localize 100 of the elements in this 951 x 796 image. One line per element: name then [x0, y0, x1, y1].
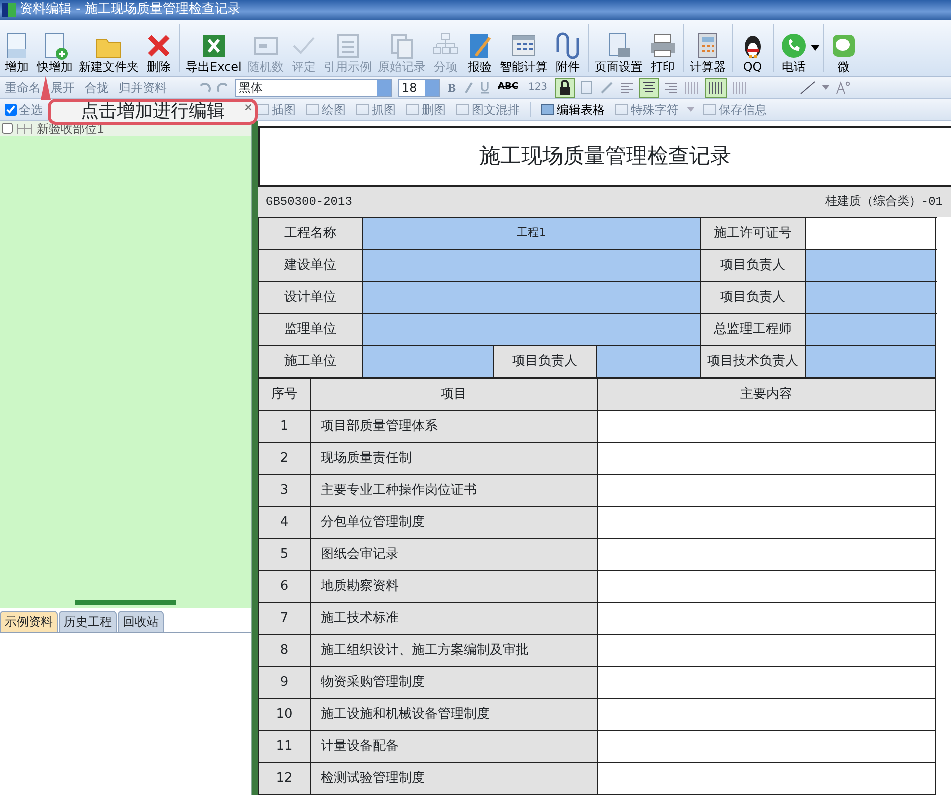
panel-tab[interactable]: 回收站 — [118, 611, 164, 632]
toolbar-button[interactable]: 电话 — [776, 32, 811, 76]
field-value[interactable] — [362, 250, 700, 282]
tree-checkbox[interactable] — [2, 123, 13, 134]
printer-icon — [648, 32, 677, 60]
splitter-handle[interactable] — [75, 600, 176, 605]
content-cell[interactable] — [598, 730, 936, 762]
toolbar-button[interactable]: 快增加 — [34, 32, 76, 76]
row-number: 3 — [258, 474, 310, 506]
app-icon — [2, 3, 16, 17]
align-right-icon[interactable] — [664, 80, 678, 94]
row-number: 8 — [258, 634, 310, 666]
row-number: 5 — [258, 538, 310, 570]
field-value[interactable] — [806, 314, 936, 346]
field-value[interactable] — [362, 282, 700, 314]
content-cell[interactable] — [598, 602, 936, 634]
document-title: 施工现场质量管理检查记录 — [480, 142, 732, 170]
toolbar-button[interactable]: 导出Excel — [183, 32, 245, 76]
toolbar-button[interactable]: 打印 — [646, 32, 680, 76]
font-select[interactable]: 黑体 — [235, 78, 392, 96]
field-label: 总监理工程师 — [700, 314, 806, 346]
row-number: 2 — [258, 442, 310, 474]
font-size-select[interactable]: 18 — [398, 78, 440, 96]
row-number: 6 — [258, 570, 310, 602]
row-number: 1 — [258, 410, 310, 442]
field-value[interactable] — [596, 346, 700, 378]
toolbar-button[interactable]: 智能计算 — [496, 32, 551, 76]
strikethrough-button[interactable]: ABC — [496, 80, 520, 94]
panel-tab[interactable]: 示例资料 — [0, 611, 58, 632]
item-cell: 现场质量责任制 — [310, 442, 598, 474]
grid-icon — [17, 122, 33, 134]
field-value[interactable] — [806, 250, 936, 282]
item-cell: 物资采购管理制度 — [310, 666, 598, 698]
toolbar-button[interactable]: 删除 — [142, 32, 176, 76]
distribute-center-icon[interactable] — [706, 78, 726, 96]
row-number: 4 — [258, 506, 310, 538]
field-value[interactable] — [806, 346, 936, 378]
toolbar-button[interactable]: 计算器 — [686, 32, 729, 76]
field-value[interactable] — [362, 314, 700, 346]
picture-frame-icon — [306, 102, 320, 116]
field-value[interactable] — [806, 218, 936, 250]
toolbar-button[interactable]: 报验 — [462, 32, 497, 76]
item-cell: 项目部质量管理体系 — [310, 410, 598, 442]
content-cell[interactable] — [598, 538, 936, 570]
item-cell: 检测试验管理制度 — [310, 762, 598, 794]
item-cell: 分包单位管理制度 — [310, 506, 598, 538]
panel-tab[interactable]: 历史工程 — [59, 611, 117, 632]
standard-code: GB50300-2013 — [266, 194, 352, 211]
align-center-icon[interactable] — [640, 78, 658, 96]
dropdown-arrow-icon[interactable] — [810, 45, 820, 51]
field-label: 工程名称 — [258, 218, 362, 250]
column-header: 主要内容 — [598, 378, 936, 410]
field-label: 项目技术负责人 — [700, 346, 806, 378]
content-cell[interactable] — [598, 666, 936, 698]
picture-frame-icon — [456, 102, 470, 116]
content-cell[interactable] — [598, 634, 936, 666]
item-cell: 施工技术标准 — [310, 602, 598, 634]
picture-frame-icon — [356, 102, 370, 116]
field-label: 施工单位 — [258, 346, 362, 378]
row-number: 10 — [258, 698, 310, 730]
window-title: 资料编辑 - 施工现场质量管理检查记录 — [20, 1, 241, 20]
table-pencil-icon — [541, 102, 555, 116]
content-cell[interactable] — [598, 506, 936, 538]
content-cell[interactable] — [598, 474, 936, 506]
item-cell: 施工设施和机械设备管理制度 — [310, 698, 598, 730]
toolbar-button[interactable]: QQ — [736, 32, 770, 76]
picture-frame-icon — [615, 102, 629, 116]
align-left-icon[interactable] — [620, 80, 634, 94]
toolbar-button[interactable]: 微 — [826, 32, 861, 76]
field-value[interactable] — [806, 282, 936, 314]
field-label: 建设单位 — [258, 250, 362, 282]
field-label: 项目负责人 — [700, 250, 806, 282]
superscript-icon[interactable] — [836, 80, 850, 94]
close-icon[interactable] — [244, 103, 253, 112]
item-cell: 施工组织设计、施工方案编制及审批 — [310, 634, 598, 666]
line-icon[interactable] — [800, 80, 816, 94]
row-number: 7 — [258, 602, 310, 634]
content-cell[interactable] — [598, 442, 936, 474]
field-value[interactable]: 工程1 — [362, 218, 700, 250]
field-value[interactable] — [362, 346, 494, 378]
content-cell[interactable] — [598, 570, 936, 602]
content-cell[interactable] — [598, 698, 936, 730]
item-cell: 图纸会审记录 — [310, 538, 598, 570]
lock-icon[interactable] — [556, 78, 574, 96]
select-all-checkbox[interactable] — [5, 104, 17, 116]
field-label: 项目负责人 — [700, 282, 806, 314]
row-number: 12 — [258, 762, 310, 794]
toolbar-button[interactable]: 附件 — [550, 32, 585, 76]
field-label: 施工许可证号 — [700, 218, 806, 250]
toolbar-button[interactable]: 增加 — [0, 32, 34, 76]
tooltip-text: 点击增加进行编辑 — [81, 103, 225, 121]
content-cell[interactable] — [598, 762, 936, 794]
phone-icon — [780, 32, 808, 60]
picture-frame-icon — [703, 102, 717, 116]
column-header: 项目 — [310, 378, 598, 410]
toolbar-button[interactable]: 页面设置 — [592, 32, 646, 76]
insert-toolbar-button[interactable]: 编辑表格 — [539, 100, 607, 118]
toolbar-button[interactable]: 新建文件夹 — [76, 32, 142, 76]
content-cell[interactable] — [598, 410, 936, 442]
column-header: 序号 — [258, 378, 310, 410]
